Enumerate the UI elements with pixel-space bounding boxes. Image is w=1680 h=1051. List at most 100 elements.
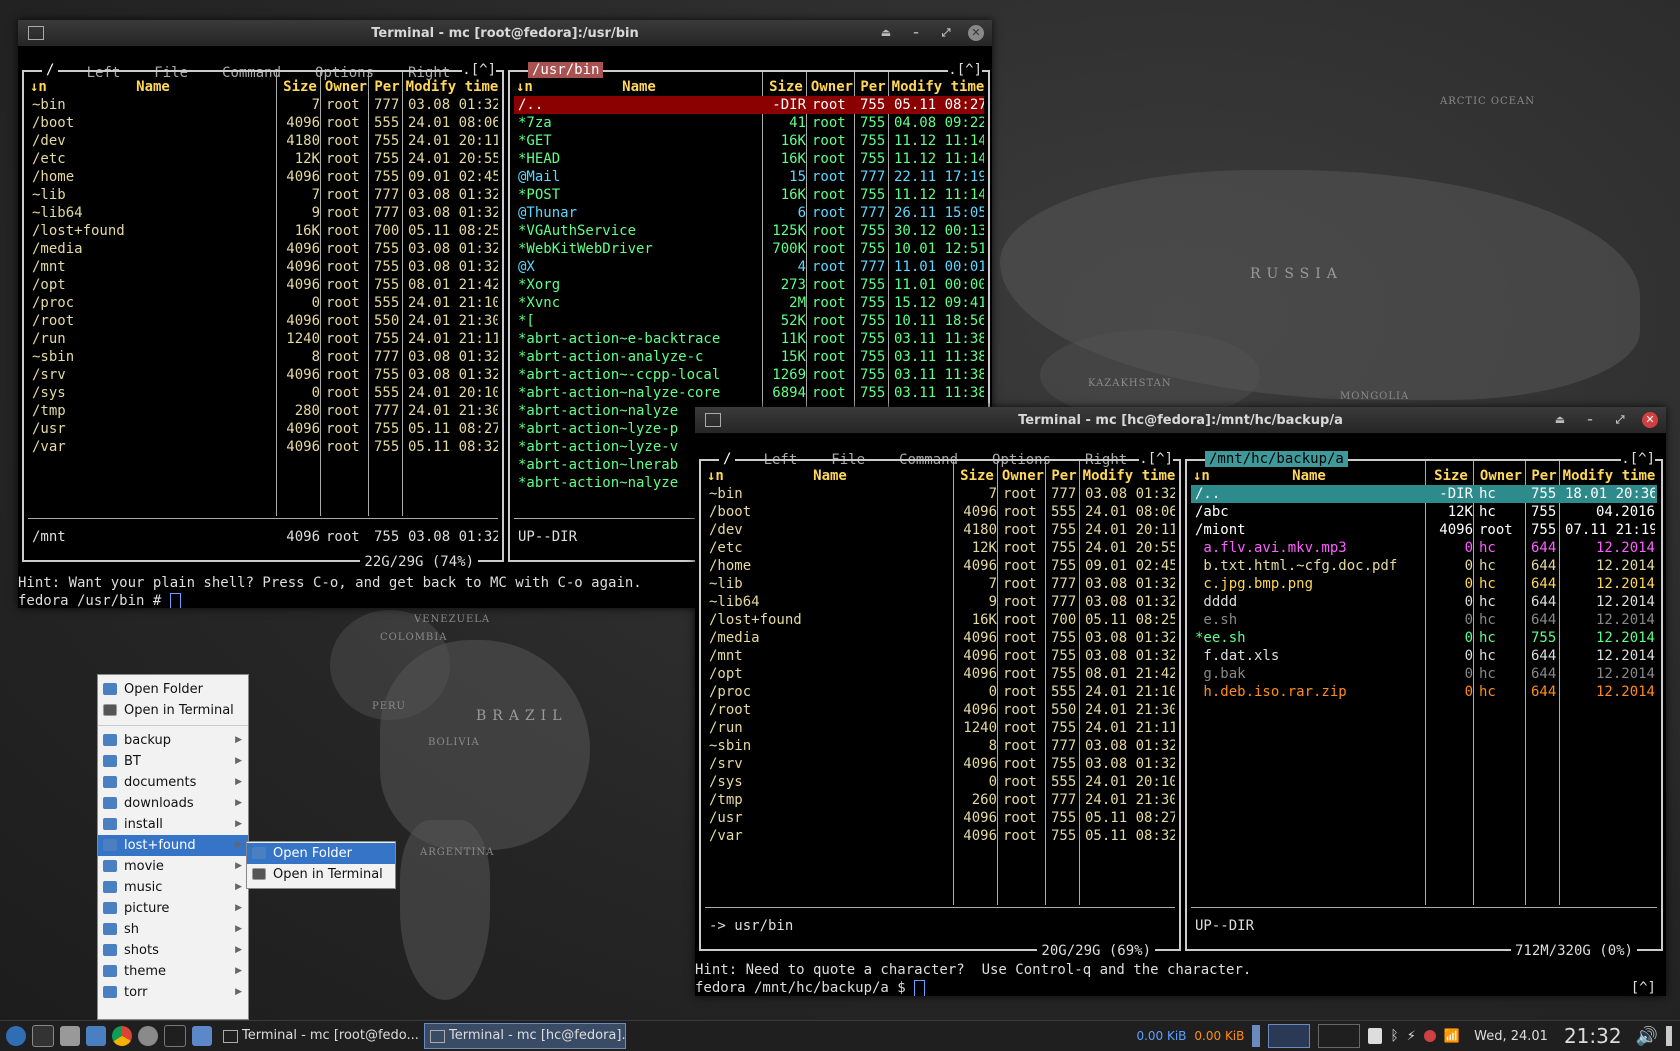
file-row[interactable]: *abrt-action~e-backtrace 11K root 755 03.11 … xyxy=(514,330,984,348)
column-header-per[interactable]: Per xyxy=(856,78,890,96)
folder-item-downloads[interactable]: downloads ▶ xyxy=(98,793,248,814)
file-row[interactable]: /tmp 260 root 777 24.01 21:30 xyxy=(705,791,1175,809)
titlebar[interactable]: Terminal - mc [hc@fedora]:/mnt/hc/backup… xyxy=(695,407,1666,433)
file-row[interactable]: /proc 0 root 555 24.01 21:10 xyxy=(705,683,1175,701)
file-row[interactable]: *ee.sh 0 hc 755 12.2014 xyxy=(1191,629,1657,647)
file-row[interactable]: dddd 0 hc 644 12.2014 xyxy=(1191,593,1657,611)
column-header-name[interactable]: Name xyxy=(1191,467,1427,485)
column-header-owner[interactable]: Owner xyxy=(322,78,370,96)
folder-item-sh[interactable]: sh ▶ xyxy=(98,919,248,940)
submenu-open-in-terminal[interactable]: Open in Terminal xyxy=(247,864,395,885)
eject-icon[interactable]: ⏏ xyxy=(1552,412,1568,428)
file-row[interactable]: /home 4096 root 755 09.01 02:45 xyxy=(28,168,498,186)
maximize-button[interactable]: ⤢ xyxy=(938,25,954,41)
file-row[interactable]: /.. -DIR hc 755 18.01 20:36 xyxy=(1191,485,1657,503)
submenu-lost-found[interactable]: Open Folder Open in Terminal xyxy=(246,841,396,889)
file-row[interactable]: /mnt 4096 root 755 03.08 01:32 xyxy=(705,647,1175,665)
column-header-modify-time[interactable]: Modify time xyxy=(1561,467,1657,485)
file-row[interactable]: *Xorg 273 root 755 11.01 00:00 xyxy=(514,276,984,294)
file-row[interactable]: *[52K root 755 10.11 18:56 xyxy=(514,312,984,330)
column-header-modify-time[interactable]: Modify time xyxy=(890,78,986,96)
network-icon[interactable]: 📶 xyxy=(1444,1029,1460,1044)
file-row[interactable]: /dev 4180 root 755 24.01 20:11 xyxy=(28,132,498,150)
file-row[interactable]: /lost+found 16K root 700 05.11 08:25 xyxy=(705,611,1175,629)
file-row[interactable]: /root 4096 root 550 24.01 21:30 xyxy=(705,701,1175,719)
file-row[interactable]: /home 4096 root 755 09.01 02:45 xyxy=(705,557,1175,575)
bluetooth-icon[interactable]: ᛒ xyxy=(1390,1028,1398,1044)
workspace-1[interactable] xyxy=(1268,1024,1311,1048)
column-header-per[interactable]: Per xyxy=(1047,467,1081,485)
folder-item-picture[interactable]: picture ▶ xyxy=(98,898,248,919)
file-row[interactable]: /tmp 280 root 777 24.01 21:30 xyxy=(28,402,498,420)
column-header-modify-time[interactable]: Modify time xyxy=(1081,467,1177,485)
column-header-owner[interactable]: Owner xyxy=(808,78,856,96)
settings-icon[interactable] xyxy=(138,1026,158,1046)
file-row[interactable]: ~bin 7 root 777 03.08 01:32 xyxy=(705,485,1175,503)
file-row[interactable]: ~lib 7 root 777 03.08 01:32 xyxy=(28,186,498,204)
file-row[interactable]: g.bak 0 hc 644 12.2014 xyxy=(1191,665,1657,683)
file-row[interactable]: /usr 4096 root 755 05.11 08:27 xyxy=(705,809,1175,827)
taskbar-task-root[interactable]: Terminal - mc [root@fedo... xyxy=(218,1024,418,1048)
file-row[interactable]: /etc 12K root 755 24.01 20:55 xyxy=(28,150,498,168)
shell-prompt[interactable]: fedora /mnt/hc/backup/a $ xyxy=(695,979,926,996)
file-row[interactable]: /root 4096 root 550 24.01 21:30 xyxy=(28,312,498,330)
file-row[interactable]: /sys 0 root 555 24.01 20:10 xyxy=(705,773,1175,791)
column-header-per[interactable]: Per xyxy=(1527,467,1561,485)
column-header-name[interactable]: Name xyxy=(514,78,764,96)
file-row[interactable]: ~lib 7 root 777 03.08 01:32 xyxy=(705,575,1175,593)
column-header-name[interactable]: Name xyxy=(705,467,955,485)
menu-item-open-in-terminal[interactable]: Open in Terminal xyxy=(98,700,248,721)
file-row[interactable]: /.. -DIR root 755 05.11 08:27 xyxy=(514,96,984,114)
column-header-owner[interactable]: Owner xyxy=(999,467,1047,485)
maximize-button[interactable]: ⤢ xyxy=(1612,412,1628,428)
file-row[interactable]: f.dat.xls 0 hc 644 12.2014 xyxy=(1191,647,1657,665)
file-row[interactable]: /var 4096 root 755 05.11 08:32 xyxy=(28,438,498,456)
eject-icon[interactable]: ⏏ xyxy=(878,25,894,41)
file-row[interactable]: *abrt-action~nalyze-core 6894 root 755 03.11… xyxy=(514,384,984,402)
file-row[interactable]: @Mail 15 root 777 22.11 17:19 xyxy=(514,168,984,186)
volume-icon[interactable]: 🔊 xyxy=(1636,1026,1658,1047)
left-panel[interactable]: / .[^] ↓n Name Size Owner Per Modify time ~bin… xyxy=(699,451,1181,959)
panel-corner[interactable]: .[^] xyxy=(948,62,982,78)
file-row[interactable]: h.deb.iso.rar.zip 0 hc 644 12.2014 xyxy=(1191,683,1657,701)
chrome-icon[interactable] xyxy=(112,1026,132,1046)
close-button[interactable]: ✕ xyxy=(968,25,984,41)
file-row[interactable]: @X 4 root 777 11.01 00:01 xyxy=(514,258,984,276)
column-header-size[interactable]: Size xyxy=(955,467,999,485)
file-row[interactable]: ~sbin 8 root 777 03.08 01:32 xyxy=(705,737,1175,755)
submenu-open-folder[interactable]: Open Folder xyxy=(247,843,395,864)
folder-item-shots[interactable]: shots ▶ xyxy=(98,940,248,961)
file-row[interactable]: /etc 12K root 755 24.01 20:55 xyxy=(705,539,1175,557)
column-header-size[interactable]: Size xyxy=(278,78,322,96)
file-row[interactable]: /sys 0 root 555 24.01 20:10 xyxy=(28,384,498,402)
column-header-size[interactable]: Size xyxy=(764,78,808,96)
wine-icon[interactable] xyxy=(164,1025,186,1047)
column-header-per[interactable]: Per xyxy=(370,78,404,96)
titlebar[interactable]: Terminal - mc [root@fedora]:/usr/bin ⏏ –… xyxy=(18,20,992,46)
folder-item-torr[interactable]: torr ▶ xyxy=(98,982,248,1003)
file-row[interactable]: /usr 4096 root 755 05.11 08:27 xyxy=(28,420,498,438)
file-row[interactable]: *HEAD 16K root 755 11.12 11:14 xyxy=(514,150,984,168)
desktop-context-menu[interactable]: Open Folder Open in Terminal backup ▶ BT ▶ d… xyxy=(97,674,249,1020)
file-row[interactable]: /abc 12K hc 755 04.2016 xyxy=(1191,503,1657,521)
file-row[interactable]: *Xvnc 2M root 755 15.12 09:41 xyxy=(514,294,984,312)
usb-icon[interactable]: ⚡ xyxy=(1407,1029,1416,1044)
panel-corner[interactable]: .[^] xyxy=(462,62,496,78)
file-row[interactable]: ~lib64 9 root 777 03.08 01:32 xyxy=(705,593,1175,611)
file-row[interactable]: *VGAuthService 125K root 755 30.12 00:13 xyxy=(514,222,984,240)
menu-item-open-folder[interactable]: Open Folder xyxy=(98,679,248,700)
file-row[interactable]: *7za 41 root 755 04.08 09:22 xyxy=(514,114,984,132)
file-row[interactable]: /proc 0 root 555 24.01 21:10 xyxy=(28,294,498,312)
taskbar-task-hc[interactable]: Terminal - mc [hc@fedora]... xyxy=(424,1023,626,1049)
file-row[interactable]: e.sh 0 hc 644 12.2014 xyxy=(1191,611,1657,629)
file-row[interactable]: c.jpg.bmp.png 0 hc 644 12.2014 xyxy=(1191,575,1657,593)
column-header-modify-time[interactable]: Modify time xyxy=(404,78,500,96)
file-row[interactable]: ~lib64 9 root 777 03.08 01:32 xyxy=(28,204,498,222)
file-row[interactable]: /opt 4096 root 755 08.01 21:42 xyxy=(28,276,498,294)
terminal-window-hc[interactable]: Terminal - mc [hc@fedora]:/mnt/hc/backup… xyxy=(695,407,1666,996)
text-editor-icon[interactable] xyxy=(60,1026,80,1046)
file-row[interactable]: /var 4096 root 755 05.11 08:32 xyxy=(705,827,1175,845)
panel-corner[interactable]: .[^] xyxy=(1139,451,1173,467)
notification-icon[interactable] xyxy=(1423,1030,1436,1042)
left-panel[interactable]: / .[^] ↓n Name Size Owner Per Modify time ~bin… xyxy=(22,62,504,570)
